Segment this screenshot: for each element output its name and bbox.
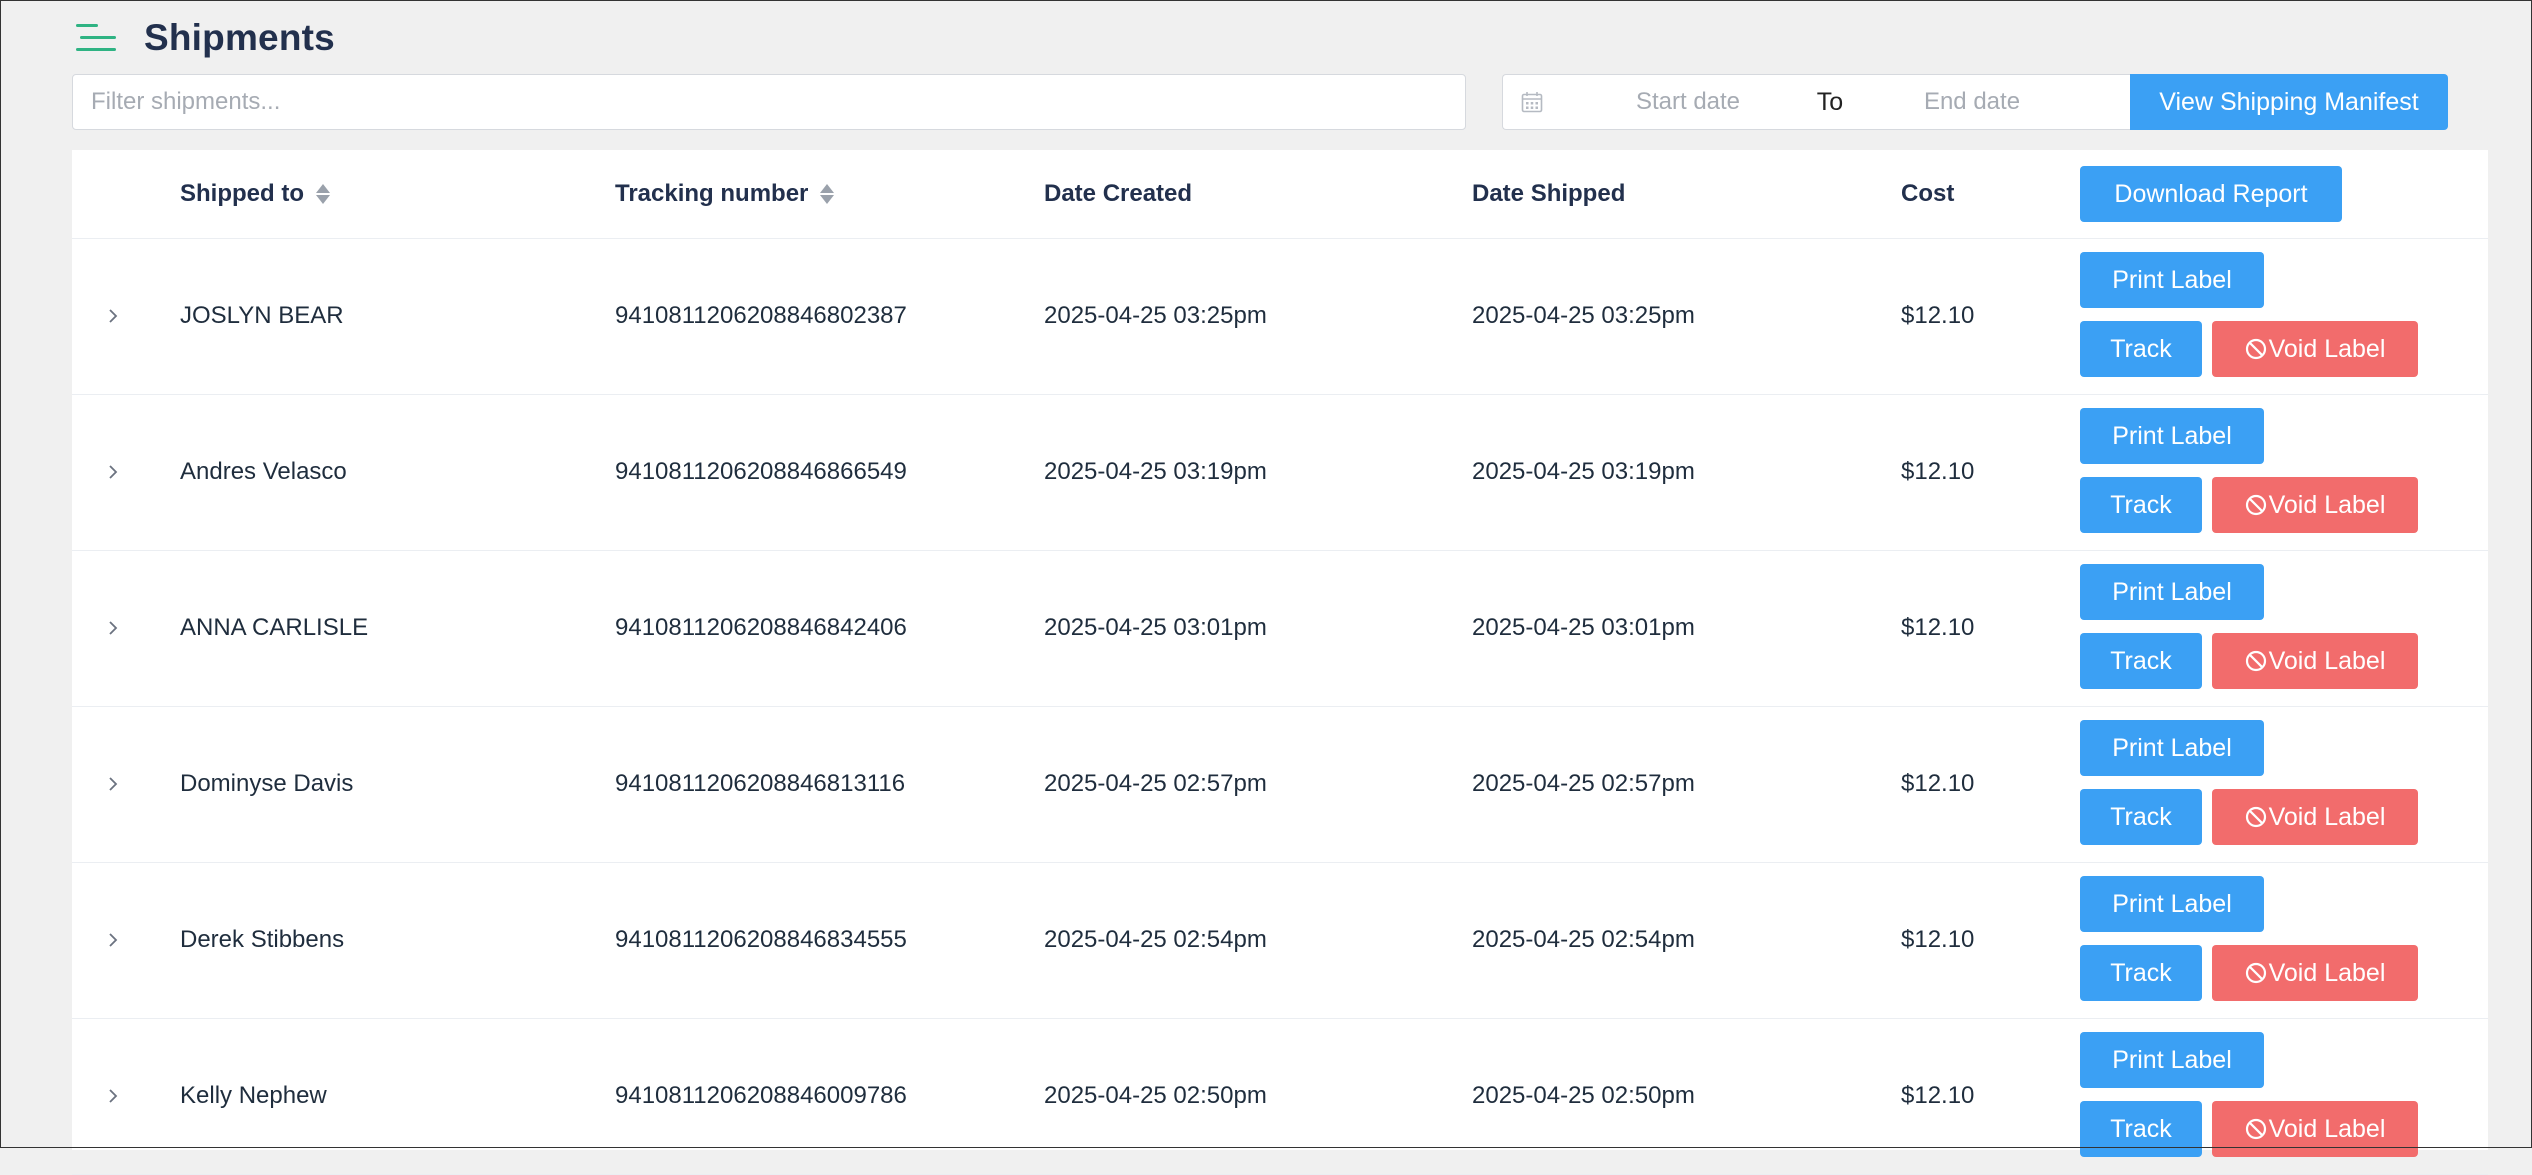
cost-cell: $12.10 <box>1901 458 1975 485</box>
column-label: Cost <box>1901 180 1955 207</box>
sort-icon[interactable] <box>315 183 330 205</box>
tracking-number-cell: 9410811206208846009786 <box>615 1082 907 1109</box>
date-created-cell: 2025-04-25 02:57pm <box>1044 770 1267 797</box>
column-header-shipped-to[interactable]: Shipped to <box>180 150 330 238</box>
date-created-cell: 2025-04-25 02:54pm <box>1044 926 1267 953</box>
column-header-cost: Cost <box>1901 150 1954 238</box>
print-label-button[interactable]: Print Label <box>2080 408 2264 464</box>
void-label-button[interactable]: Void Label <box>2212 945 2418 1001</box>
date-shipped-cell: 2025-04-25 03:19pm <box>1472 458 1695 485</box>
date-shipped-cell: 2025-04-25 02:50pm <box>1472 1082 1695 1109</box>
void-label-text: Void Label <box>2268 958 2386 987</box>
void-label-button[interactable]: Void Label <box>2212 477 2418 533</box>
column-header-date-created: Date Created <box>1044 150 1192 238</box>
void-label-text: Void Label <box>2268 1114 2386 1143</box>
ban-icon <box>2245 494 2267 516</box>
tracking-number-cell: 9410811206208846842406 <box>615 614 907 641</box>
view-shipping-manifest-button[interactable]: View Shipping Manifest <box>2130 74 2448 130</box>
cost-cell: $12.10 <box>1901 770 1975 797</box>
date-shipped-cell: 2025-04-25 02:57pm <box>1472 770 1695 797</box>
filter-shipments-input[interactable] <box>72 74 1466 130</box>
date-range-separator: To <box>1816 87 1844 116</box>
table-row: JOSLYN BEAR 9410811206208846802387 2025-… <box>72 238 2488 395</box>
column-header-tracking-number[interactable]: Tracking number <box>615 150 835 238</box>
shipped-to-cell: Dominyse Davis <box>180 770 354 797</box>
cost-cell: $12.10 <box>1901 926 1975 953</box>
date-shipped-cell: 2025-04-25 03:25pm <box>1472 302 1695 329</box>
expand-chevron-icon[interactable] <box>106 309 120 323</box>
print-label-button[interactable]: Print Label <box>2080 252 2264 308</box>
cost-cell: $12.10 <box>1901 302 1975 329</box>
date-shipped-cell: 2025-04-25 03:01pm <box>1472 614 1695 641</box>
shipped-to-cell: ANNA CARLISLE <box>180 614 369 641</box>
end-date-input[interactable] <box>1865 76 2079 128</box>
ban-icon <box>2245 962 2267 984</box>
column-label: Date Shipped <box>1472 180 1626 207</box>
track-button[interactable]: Track <box>2080 633 2202 689</box>
void-label-text: Void Label <box>2268 490 2386 519</box>
download-report-button[interactable]: Download Report <box>2080 166 2342 222</box>
print-label-button[interactable]: Print Label <box>2080 1032 2264 1088</box>
hamburger-menu-icon[interactable] <box>76 20 116 56</box>
void-label-button[interactable]: Void Label <box>2212 321 2418 377</box>
print-label-button[interactable]: Print Label <box>2080 876 2264 932</box>
page-header: Shipments <box>76 14 335 62</box>
ban-icon <box>2245 1118 2267 1140</box>
tracking-number-cell: 9410811206208846813116 <box>615 770 906 797</box>
ban-icon <box>2245 650 2267 672</box>
shipped-to-cell: JOSLYN BEAR <box>180 302 344 329</box>
shipped-to-cell: Derek Stibbens <box>180 926 345 953</box>
expand-chevron-icon[interactable] <box>106 1089 120 1103</box>
track-button[interactable]: Track <box>2080 1101 2202 1157</box>
date-shipped-cell: 2025-04-25 02:54pm <box>1472 926 1695 953</box>
table-row: Andres Velasco 9410811206208846866549 20… <box>72 394 2488 551</box>
ban-icon <box>2245 806 2267 828</box>
shipments-table: Shipped to Tracking number Date Created … <box>72 150 2488 1175</box>
print-label-button[interactable]: Print Label <box>2080 564 2264 620</box>
table-header: Shipped to Tracking number Date Created … <box>72 150 2488 239</box>
tracking-number-cell: 9410811206208846802387 <box>615 302 907 329</box>
tracking-number-cell: 9410811206208846866549 <box>615 458 907 485</box>
column-label: Shipped to <box>180 180 304 207</box>
start-date-input[interactable] <box>1581 76 1795 128</box>
void-label-button[interactable]: Void Label <box>2212 633 2418 689</box>
table-row: Kelly Nephew 9410811206208846009786 2025… <box>72 1018 2488 1175</box>
void-label-text: Void Label <box>2268 334 2386 363</box>
table-row: Derek Stibbens 9410811206208846834555 20… <box>72 862 2488 1019</box>
void-label-text: Void Label <box>2268 646 2386 675</box>
column-label: Date Created <box>1044 180 1193 207</box>
ban-icon <box>2245 338 2267 360</box>
date-created-cell: 2025-04-25 03:01pm <box>1044 614 1267 641</box>
void-label-button[interactable]: Void Label <box>2212 1101 2418 1157</box>
cost-cell: $12.10 <box>1901 1082 1975 1109</box>
expand-chevron-icon[interactable] <box>106 621 120 635</box>
column-label: Tracking number <box>615 180 809 207</box>
date-created-cell: 2025-04-25 03:25pm <box>1044 302 1267 329</box>
column-header-date-shipped: Date Shipped <box>1472 150 1625 238</box>
track-button[interactable]: Track <box>2080 789 2202 845</box>
print-label-button[interactable]: Print Label <box>2080 720 2264 776</box>
track-button[interactable]: Track <box>2080 945 2202 1001</box>
date-range-picker: To <box>1502 74 2132 130</box>
table-row: Dominyse Davis 9410811206208846813116 20… <box>72 706 2488 863</box>
track-button[interactable]: Track <box>2080 477 2202 533</box>
expand-chevron-icon[interactable] <box>106 777 120 791</box>
table-row: ANNA CARLISLE 9410811206208846842406 202… <box>72 550 2488 707</box>
cost-cell: $12.10 <box>1901 614 1975 641</box>
expand-chevron-icon[interactable] <box>106 465 120 479</box>
calendar-icon[interactable] <box>1521 91 1543 113</box>
sort-icon[interactable] <box>820 183 835 205</box>
track-button[interactable]: Track <box>2080 321 2202 377</box>
tracking-number-cell: 9410811206208846834555 <box>615 926 907 953</box>
void-label-text: Void Label <box>2268 802 2386 831</box>
date-created-cell: 2025-04-25 03:19pm <box>1044 458 1267 485</box>
expand-chevron-icon[interactable] <box>106 933 120 947</box>
date-created-cell: 2025-04-25 02:50pm <box>1044 1082 1267 1109</box>
page-title: Shipments <box>144 17 335 58</box>
shipped-to-cell: Kelly Nephew <box>180 1082 327 1109</box>
void-label-button[interactable]: Void Label <box>2212 789 2418 845</box>
shipped-to-cell: Andres Velasco <box>180 458 347 485</box>
